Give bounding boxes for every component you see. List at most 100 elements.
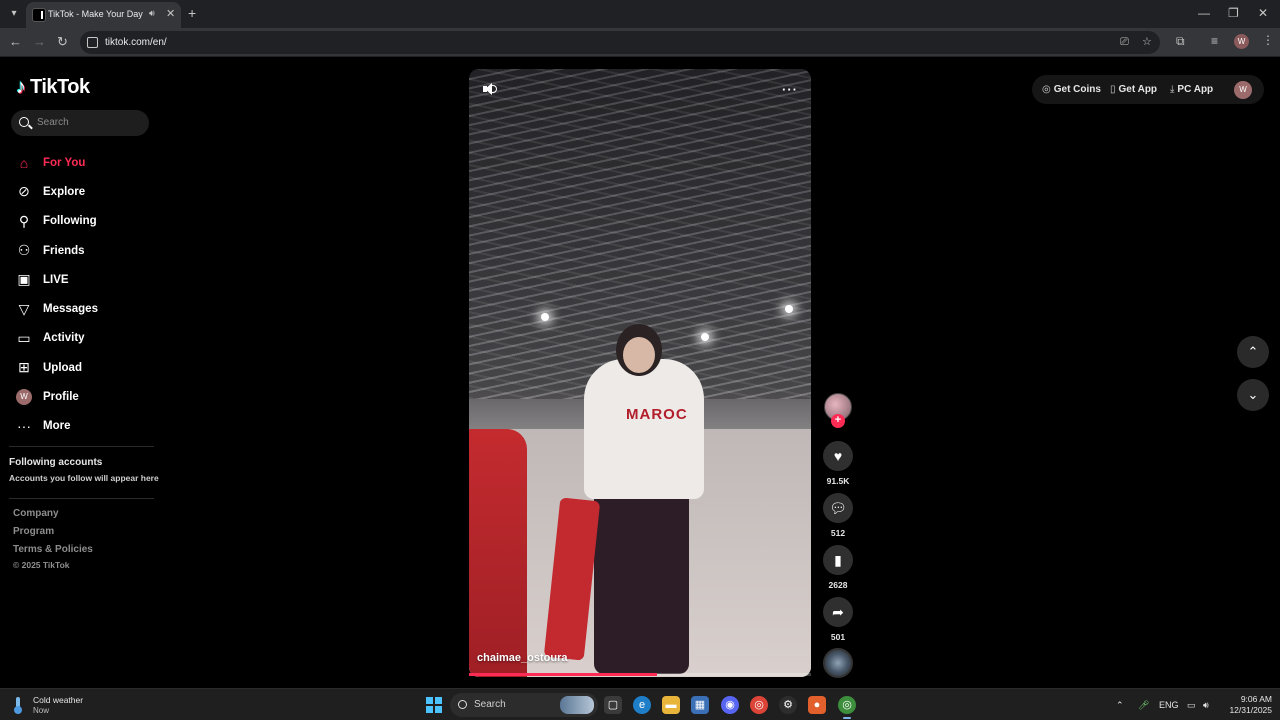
address-bar[interactable]: tiktok.com/en/ ⎚ ☆ [80, 31, 1160, 54]
back-icon[interactable]: ← [9, 35, 22, 49]
stadium-light [785, 305, 793, 313]
language-indicator[interactable]: ENG [1159, 699, 1179, 711]
next-video-button[interactable]: ⌄ [1237, 379, 1269, 411]
more-icon: ··· [17, 418, 31, 435]
heart-icon: ♥ [833, 448, 843, 464]
browser-profile-avatar[interactable]: W [1234, 34, 1249, 49]
weather-title[interactable]: Cold weather [33, 695, 83, 705]
sidebar-item-live[interactable]: ▣ LIVE [16, 265, 98, 294]
friends-icon: ⚇ [17, 242, 31, 259]
footer-link-company[interactable]: Company [13, 508, 59, 519]
sidebar-item-label: Explore [43, 185, 86, 198]
video-frame-person [584, 359, 704, 499]
sidebar-item-more[interactable]: ··· More [16, 412, 98, 441]
sidebar-item-label: Upload [43, 361, 82, 374]
pc-app-label: PC App [1177, 84, 1214, 95]
mic-tray-icon[interactable]: 🎤︎ [1138, 699, 1149, 711]
download-icon: ⤓ [1170, 84, 1175, 95]
share-button[interactable]: ➦ [823, 597, 853, 627]
sidebar-item-explore[interactable]: ⊘ Explore [16, 177, 98, 206]
sidebar-item-for-you[interactable]: ⌂ For You [16, 148, 98, 177]
get-coins-button[interactable]: ◎ Get Coins [1042, 84, 1101, 95]
search-input[interactable]: Search [11, 110, 149, 136]
video-progress-bar[interactable] [469, 673, 811, 676]
sweater-text: MAROC [626, 406, 688, 423]
task-view-icon[interactable]: ▢ [604, 696, 622, 714]
bookmark-icon: ▮ [834, 551, 842, 568]
clock-time: 9:06 AM [1240, 694, 1272, 704]
sidebar-item-label: Messages [43, 303, 98, 316]
get-app-button[interactable]: ▯ Get App [1110, 84, 1157, 95]
browser-tab[interactable]: TikTok - Make Your Day 🔊︎ ✕ [26, 2, 181, 28]
video-frame-person [623, 337, 655, 373]
pc-app-button[interactable]: ⤓ PC App [1170, 84, 1213, 95]
sidebar-item-label: LIVE [43, 273, 69, 286]
video-player[interactable]: MAROC [469, 69, 811, 677]
edge-icon[interactable]: e [633, 696, 651, 714]
system-clock[interactable]: 9:06 AM 12/31/2025 [1222, 694, 1272, 716]
get-coins-label: Get Coins [1053, 84, 1101, 95]
like-button[interactable]: ♥ [823, 441, 853, 471]
stadium-light [541, 313, 549, 321]
tab-search-button[interactable]: ▾ [6, 6, 22, 22]
windows-taskbar: Cold weather Now Search ▢ e ▬ ▦ ◉ ◎ ⚙︎ ●… [0, 688, 1280, 720]
microphone-app-icon[interactable]: ● [808, 696, 826, 714]
volume-tray-icon[interactable]: 🔊︎ [1203, 699, 1209, 711]
live-icon: ▣ [17, 271, 31, 288]
windows-start-icon[interactable] [426, 697, 442, 713]
tray-overflow-icon[interactable]: ⌃ [1116, 699, 1124, 711]
taskbar-search[interactable]: Search [450, 693, 598, 717]
tiktok-logo[interactable]: ♪ TikTok [16, 74, 90, 100]
sidebar-item-upload[interactable]: ⊞ Upload [16, 353, 98, 382]
comment-button[interactable]: 💬︎ [823, 493, 853, 523]
sidebar-item-friends[interactable]: ⚇ Friends [16, 236, 98, 265]
file-explorer-icon[interactable]: ▬ [662, 696, 680, 714]
footer-link-program[interactable]: Program [13, 526, 54, 537]
upload-icon: ⊞ [18, 359, 30, 376]
tiktok-favicon-icon [32, 8, 46, 22]
site-info-icon[interactable] [87, 37, 98, 48]
extensions-icon[interactable]: ⧉ [1176, 34, 1185, 49]
new-tab-button[interactable]: + [188, 5, 196, 21]
discord-icon[interactable]: ◉ [721, 696, 739, 714]
minimize-icon[interactable]: — [1198, 6, 1210, 20]
following-icon: ⚲ [18, 212, 30, 229]
chrome-icon[interactable]: ◎ [750, 696, 768, 714]
reading-list-icon[interactable]: ≡ [1211, 34, 1218, 48]
sidebar-item-activity[interactable]: ▭ Activity [16, 324, 98, 353]
follow-plus-icon[interactable]: + [831, 414, 845, 428]
sidebar-divider [9, 446, 154, 447]
save-button[interactable]: ▮ [823, 545, 853, 575]
bookmark-star-icon[interactable]: ☆ [1142, 36, 1152, 49]
tab-audio-icon[interactable]: 🔊︎ [149, 8, 155, 19]
sidebar-nav: ⌂ For You ⊘ Explore ⚲ Following ⚇ Friend… [16, 148, 98, 441]
steam-icon[interactable]: ⚙︎ [779, 696, 797, 714]
sidebar-item-messages[interactable]: ▽ Messages [16, 294, 98, 323]
tab-close-icon[interactable]: ✕ [166, 7, 175, 20]
video-frame-person [594, 489, 689, 674]
forward-icon[interactable]: → [33, 35, 46, 49]
store-icon[interactable]: ▦ [691, 696, 709, 714]
reload-icon[interactable]: ↻ [57, 35, 68, 49]
sidebar-item-following[interactable]: ⚲ Following [16, 207, 98, 236]
sound-disc[interactable] [823, 648, 853, 678]
window-close-icon[interactable]: ✕ [1258, 6, 1268, 20]
video-author-name[interactable]: chaimae_ostoura [477, 652, 567, 664]
chrome-profile-icon[interactable]: ◎ [838, 696, 856, 714]
restore-icon[interactable]: ❐ [1228, 6, 1239, 20]
header-avatar[interactable]: W [1234, 81, 1252, 99]
video-more-options-icon[interactable]: ··· [782, 82, 798, 97]
copyright: © 2025 TikTok [13, 560, 70, 570]
previous-video-button[interactable]: ⌃ [1237, 336, 1269, 368]
sidebar-divider [9, 498, 154, 499]
footer-link-terms[interactable]: Terms & Policies [13, 544, 93, 555]
thermometer-icon[interactable] [12, 697, 24, 714]
sidebar-item-label: More [43, 420, 71, 433]
browser-menu-icon[interactable]: ⋮ [1262, 33, 1274, 47]
install-app-icon[interactable]: ⎚ [1120, 36, 1129, 49]
search-icon [19, 117, 29, 127]
sidebar-item-profile[interactable]: W Profile [16, 382, 98, 411]
phone-icon: ▯ [1110, 84, 1116, 95]
network-icon[interactable]: ▭ [1187, 699, 1196, 711]
get-app-label: Get App [1118, 84, 1158, 95]
